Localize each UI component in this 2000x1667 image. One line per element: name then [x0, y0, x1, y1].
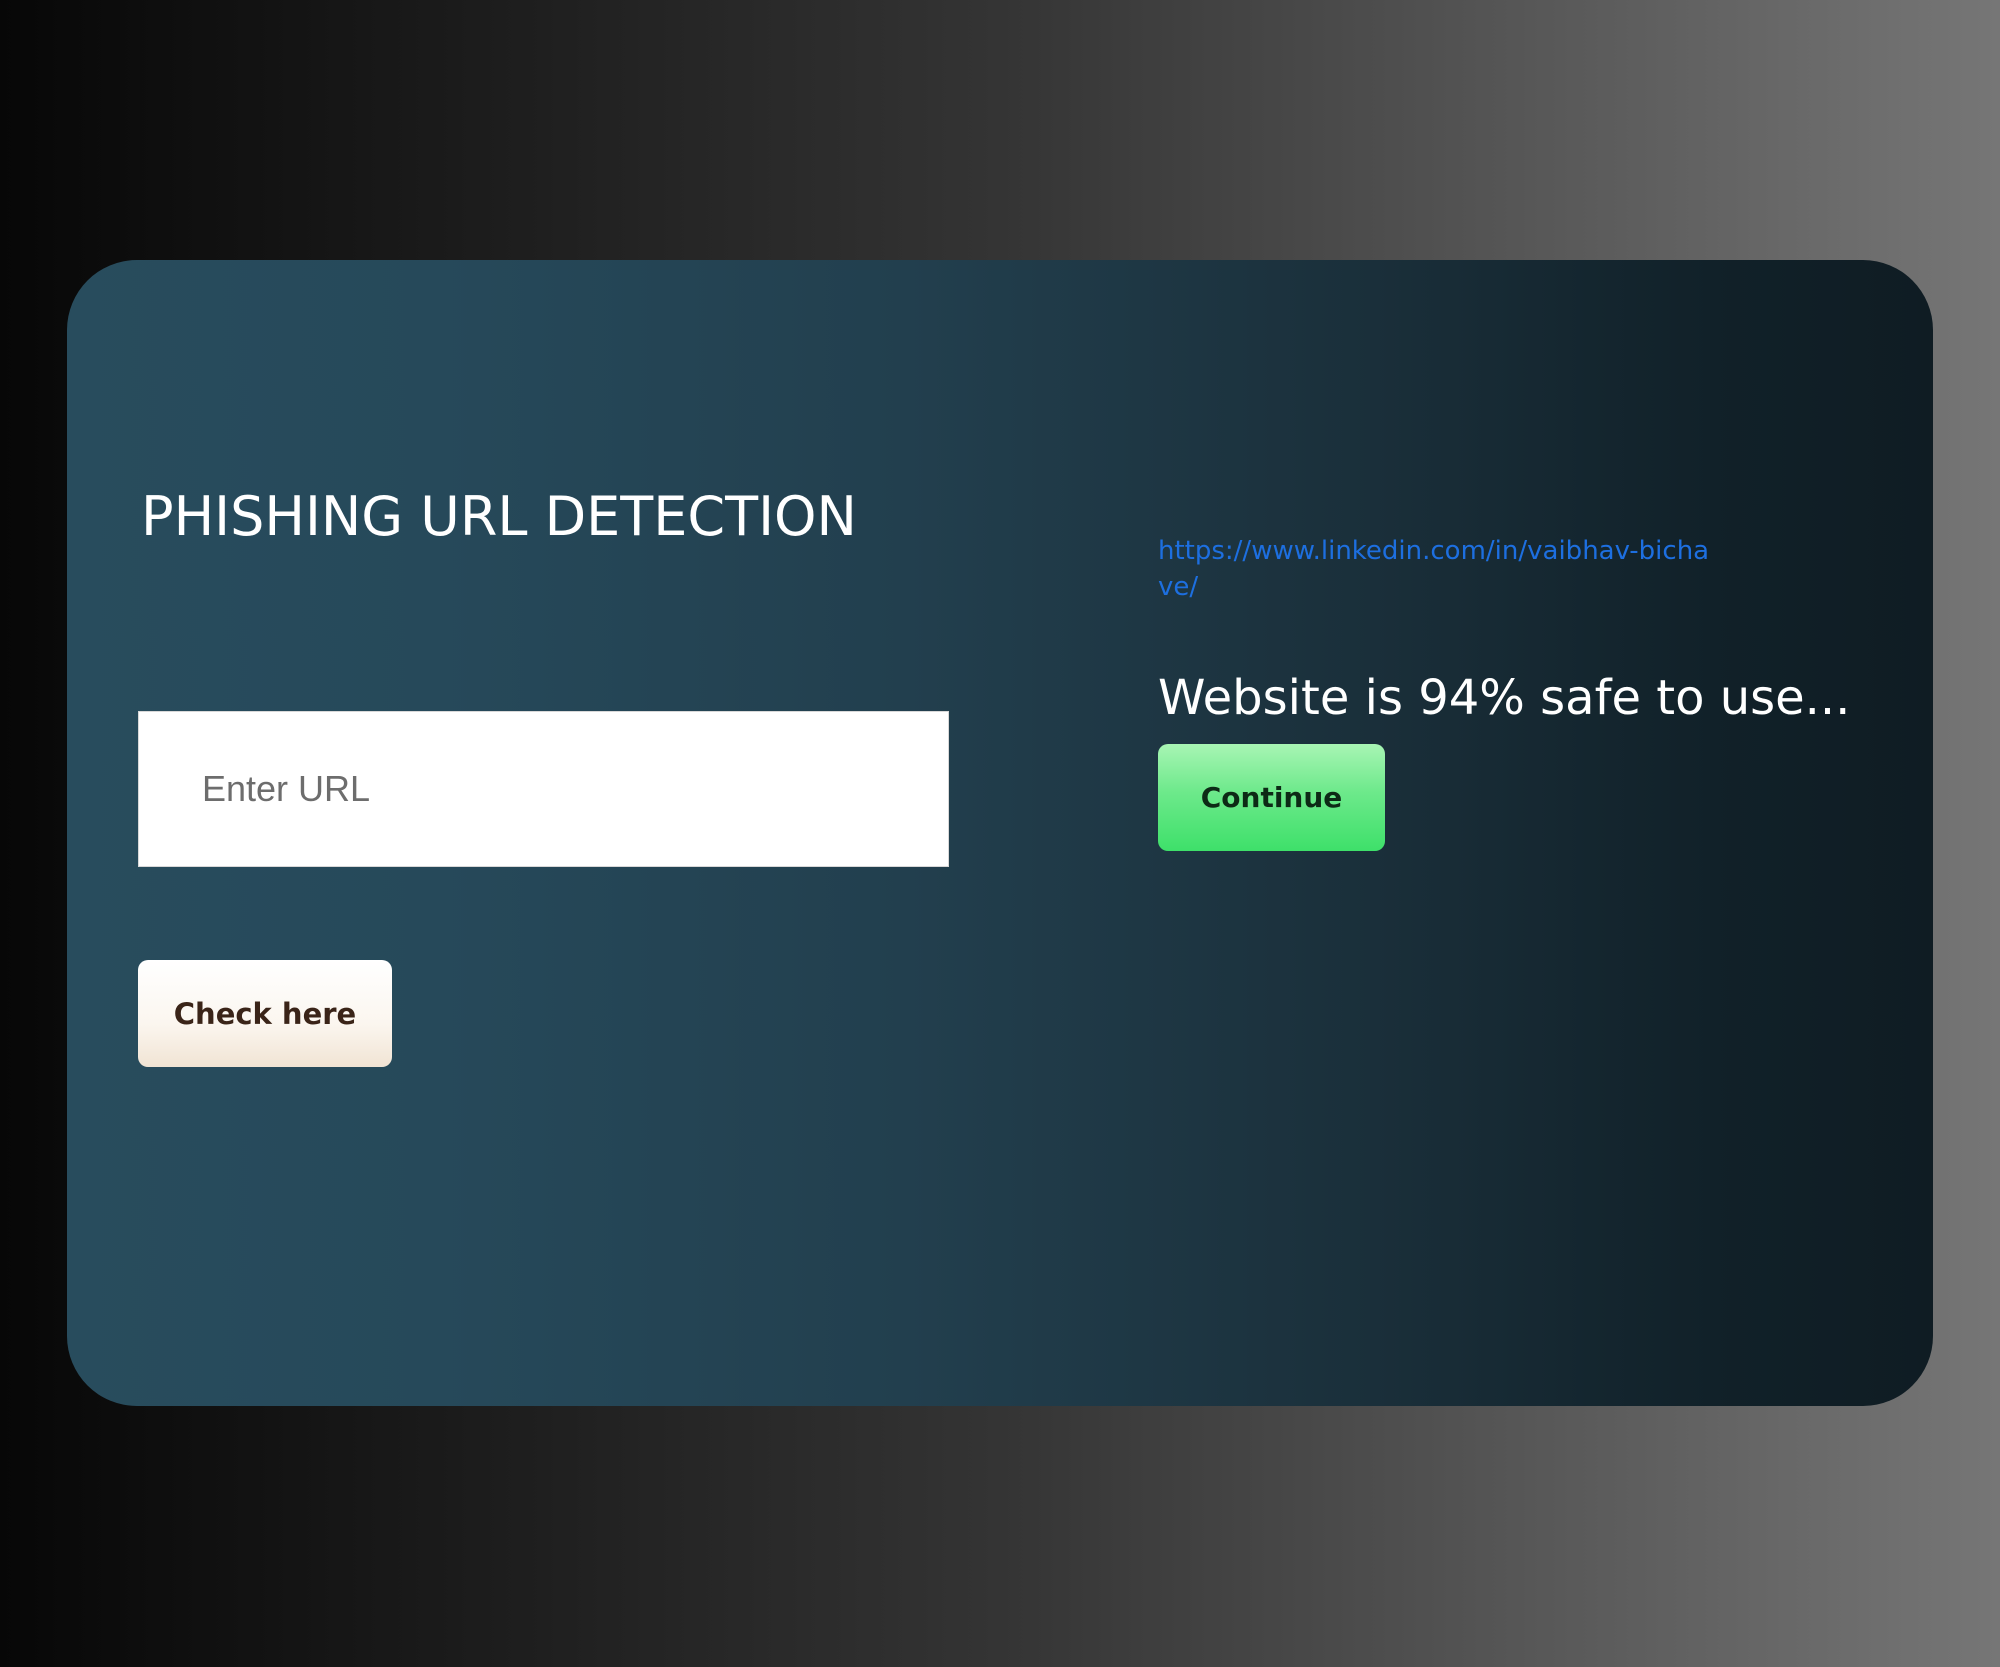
detection-card: PHISHING URL DETECTION Check here https:… — [67, 260, 1933, 1406]
continue-button[interactable]: Continue — [1158, 744, 1385, 851]
url-input[interactable] — [138, 711, 949, 867]
safety-result-text: Website is 94% safe to use... — [1158, 670, 1851, 726]
checked-url-link[interactable]: https://www.linkedin.com/in/vaibhav-bich… — [1158, 533, 1718, 605]
check-here-button[interactable]: Check here — [138, 960, 392, 1067]
page-title: PHISHING URL DETECTION — [141, 485, 857, 548]
